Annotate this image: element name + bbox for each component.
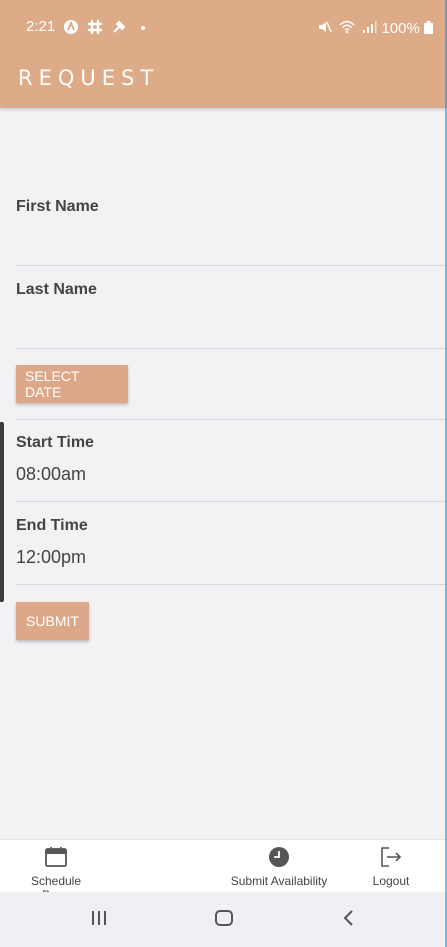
wifi-icon <box>339 20 355 34</box>
back-icon[interactable] <box>341 908 355 928</box>
page-title: REQUEST <box>18 66 160 90</box>
select-date-button[interactable]: SELECT DATE <box>16 365 128 403</box>
calendar-icon <box>45 847 67 867</box>
hammer-icon <box>113 20 126 33</box>
nav-logout[interactable]: Logout <box>366 846 416 888</box>
bottom-navigation: Schedule Page Submit Availability Logout <box>0 839 447 902</box>
battery-status: 100% <box>381 20 433 37</box>
clock-icon <box>269 847 289 867</box>
status-time: 2:21 <box>26 18 56 35</box>
end-time-value: 12:00pm <box>16 547 87 567</box>
notification-icons <box>63 19 151 35</box>
recent-apps-icon[interactable] <box>90 908 108 928</box>
mute-icon <box>319 21 332 33</box>
start-time-value: 08:00am <box>16 464 87 484</box>
signal-icon <box>363 21 377 33</box>
end-time-label: End Time <box>16 517 88 534</box>
app-notification-icon <box>64 20 78 34</box>
system-navigation-bar <box>0 892 447 947</box>
start-time-field[interactable]: Start Time 08:00am <box>16 434 447 502</box>
slack-icon <box>87 19 103 35</box>
last-name-field[interactable]: Last Name <box>16 281 447 349</box>
nav-logout-label: Logout <box>372 874 410 888</box>
dot-icon <box>141 26 145 30</box>
start-time-label: Start Time <box>16 434 94 451</box>
divider <box>16 419 447 420</box>
end-time-field[interactable]: End Time 12:00pm <box>16 517 447 585</box>
submit-button[interactable]: SUBMIT <box>16 602 89 640</box>
status-bar: 2:21 100% <box>0 18 447 42</box>
first-name-field[interactable]: First Name <box>16 198 447 266</box>
home-icon[interactable] <box>214 908 234 928</box>
battery-percent: 100% <box>381 20 420 37</box>
app-header: 2:21 100% REQUEST <box>0 0 447 108</box>
first-name-label: First Name <box>16 198 99 215</box>
logout-icon <box>381 847 402 867</box>
last-name-label: Last Name <box>16 281 97 298</box>
nav-availability-label: Submit Availability <box>230 874 328 888</box>
edge-panel-handle[interactable] <box>0 422 4 602</box>
nav-submit-availability[interactable]: Submit Availability <box>229 846 329 888</box>
system-status-icons <box>317 19 377 35</box>
battery-icon <box>424 21 433 34</box>
